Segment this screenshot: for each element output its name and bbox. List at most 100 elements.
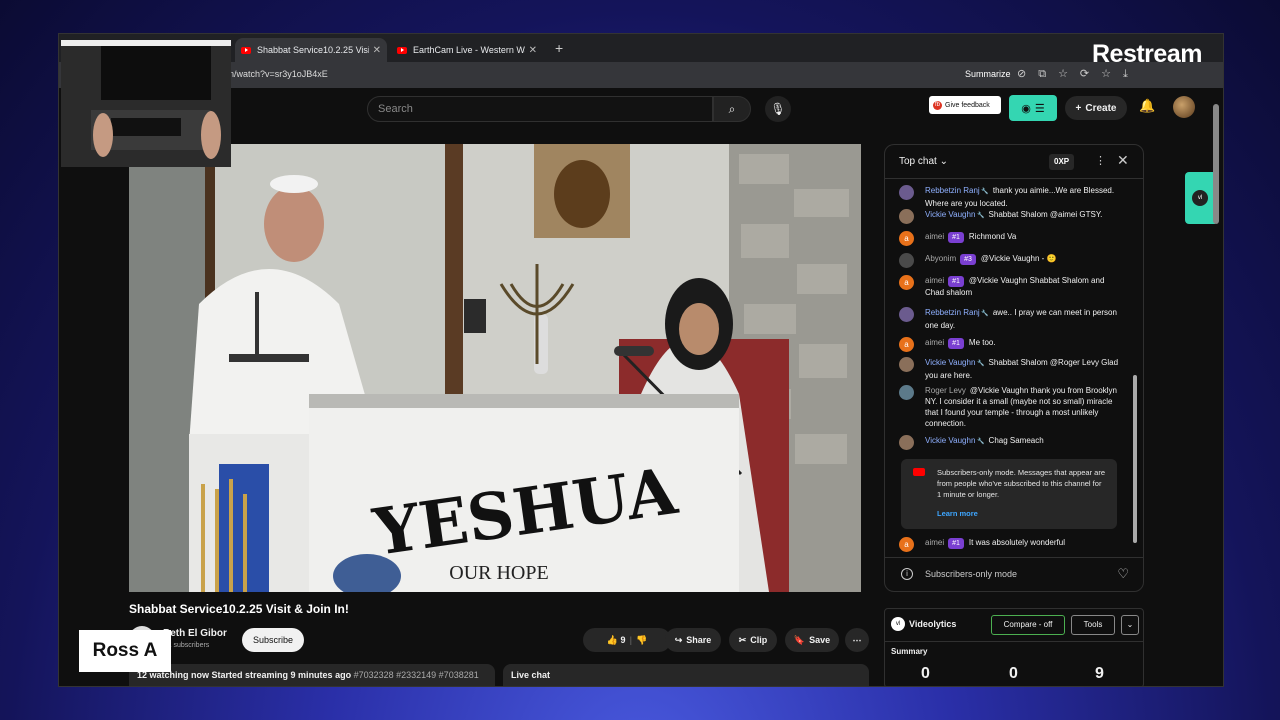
banner-subtext: OUR HOPE (449, 562, 548, 584)
create-button[interactable]: + Create (1065, 96, 1127, 120)
hashtags[interactable]: #7032328 #2332149 #7038281 (354, 670, 479, 680)
chat-message-body: aimei #1 Me too. (925, 337, 1119, 349)
clip-button[interactable]: ✂ Clip (729, 628, 777, 652)
share-icon: ↪ (674, 634, 683, 645)
account-avatar[interactable] (1173, 96, 1195, 118)
youtube-icon (397, 46, 407, 54)
videolytics-side-tab[interactable]: vl (1185, 172, 1215, 224)
live-chat-panel: Top chat ⌄ 0XP ⋮ ✕ Rebbetzin Ranjthank y… (884, 144, 1144, 592)
chat-scrollbar[interactable] (1133, 185, 1137, 545)
video-player[interactable]: YESHUA OUR HOPE (129, 144, 861, 592)
chat-message-body: Abyonim #3 @Vickie Vaughn - 🙂 (925, 253, 1119, 265)
chat-message[interactable]: a aimei #1 It was absolutely wonderful (899, 537, 1119, 552)
chat-message[interactable]: Rebbetzin Ranjawe.. I pray we can meet i… (899, 307, 1119, 331)
page-scrollbar[interactable] (1213, 94, 1219, 684)
heart-icon[interactable]: ♡ (1117, 566, 1129, 582)
chat-avatar[interactable] (899, 357, 914, 372)
chat-header: Top chat ⌄ 0XP ⋮ ✕ (885, 145, 1143, 179)
chat-avatar[interactable] (899, 209, 914, 224)
chat-avatar[interactable] (899, 185, 914, 200)
chat-text: @Vickie Vaughn - 🙂 (980, 254, 1057, 263)
chat-author[interactable]: aimei (925, 276, 944, 285)
toolbar-icons[interactable]: ⊘⧉☆⟳☆⤓ (1017, 67, 1140, 81)
tools-dropdown[interactable]: Tools (1071, 615, 1115, 635)
summarize-button[interactable]: Summarize (965, 69, 1011, 79)
subscribe-button[interactable]: Subscribe (242, 628, 304, 652)
chat-author[interactable]: aimei (925, 538, 944, 547)
chat-message-body: aimei #1 @Vickie Vaughn Shabbat Shalom and… (925, 275, 1119, 298)
chat-author[interactable]: aimei (925, 232, 944, 241)
chat-message[interactable]: a aimei #1 Richmond Va (899, 231, 1119, 246)
description-box[interactable]: 12 watching now Started streaming 9 minu… (129, 664, 495, 686)
chat-message[interactable]: Rebbetzin Ranjthank you aimie...We are B… (899, 185, 1119, 209)
microphone-icon[interactable]: 🎙 (765, 96, 791, 122)
chat-message[interactable]: Vickie VaughnShabbat Shalom @aimei GTSY. (899, 209, 1119, 224)
chat-message[interactable]: a aimei #1 Me too. (899, 337, 1119, 352)
chat-message[interactable]: a aimei #1 @Vickie Vaughn Shabbat Shalom an… (899, 275, 1119, 298)
compare-button[interactable]: Compare - off (991, 615, 1065, 635)
save-button[interactable]: 🔖 Save (785, 628, 839, 652)
chat-author[interactable]: Vickie Vaughn (925, 210, 985, 219)
learn-more-link[interactable]: Learn more (937, 508, 1107, 519)
chat-message[interactable]: Abyonim #3 @Vickie Vaughn - 🙂 (899, 253, 1119, 268)
like-button[interactable]: 👍 9 (607, 635, 626, 646)
chat-message-body: Rebbetzin Ranjthank you aimie...We are B… (925, 185, 1119, 209)
chat-text: It was absolutely wonderful (968, 538, 1065, 547)
chat-message[interactable]: Vickie VaughnShabbat Shalom @Roger Levy … (899, 357, 1119, 381)
like-count: 9 (620, 634, 626, 645)
like-dislike-group: 👍 9 | 👎 (583, 628, 671, 652)
chat-avatar[interactable] (899, 435, 914, 450)
chat-avatar[interactable] (899, 385, 914, 400)
chat-author[interactable]: Vickie Vaughn (925, 358, 985, 367)
scroll-thumb[interactable] (1213, 104, 1219, 224)
chat-message[interactable]: Roger Levy @Vickie Vaughn thank you from … (899, 385, 1119, 429)
notifications-bell-icon[interactable]: 🔔 (1139, 98, 1155, 114)
xp-badge[interactable]: 0XP (1049, 154, 1075, 170)
summary-label: Summary (885, 641, 1143, 661)
top-chat-dropdown[interactable]: Top chat ⌄ (899, 156, 948, 167)
chat-avatar[interactable]: a (899, 337, 914, 352)
divider: | (629, 635, 633, 645)
member-badge: #1 (948, 276, 964, 287)
chat-avatar[interactable]: a (899, 231, 914, 246)
chat-avatar[interactable]: a (899, 275, 914, 290)
videolytics-menu-button[interactable]: ◉ ☰ (1009, 95, 1057, 121)
close-icon[interactable]: ✕ (529, 45, 537, 56)
tab-earthcam[interactable]: EarthCam Live - Western Wall (Je ✕ (391, 38, 543, 62)
chat-author[interactable]: Vickie Vaughn (925, 436, 985, 445)
chat-avatar[interactable] (899, 307, 914, 322)
chat-author[interactable]: Rebbetzin Ranj (925, 186, 989, 195)
give-feedback-button[interactable]: fb Give feedback (929, 96, 1001, 114)
chevron-down-icon[interactable]: ⌄ (1121, 615, 1139, 635)
channel-name[interactable]: Beth El Gibor (163, 628, 227, 639)
share-button[interactable]: ↪ Share (665, 628, 721, 652)
member-badge: #1 (948, 232, 964, 243)
more-vert-icon[interactable]: ⋮ (1095, 154, 1106, 167)
chat-message[interactable]: Vickie VaughnChag Sameach (899, 435, 1119, 450)
chat-message-body: aimei #1 It was absolutely wonderful (925, 537, 1119, 549)
chat-avatar[interactable]: a (899, 537, 914, 552)
summary-stat: 0 (1009, 665, 1018, 682)
youtube-icon (241, 46, 251, 54)
close-icon[interactable]: ✕ (373, 45, 381, 56)
address-bar[interactable]: n/watch?v=sr3y1oJB4xE Summarize ⊘⧉☆⟳☆⤓ (59, 62, 1223, 88)
more-actions-button[interactable]: ⋯ (845, 628, 869, 652)
chat-author[interactable]: Roger Levy (925, 386, 966, 395)
scroll-thumb[interactable] (1133, 375, 1137, 543)
live-chat-bar[interactable]: Live chat (503, 664, 869, 686)
chat-author[interactable]: Abyonim (925, 254, 956, 263)
info-icon[interactable]: i (901, 568, 913, 580)
video-frame: YESHUA OUR HOPE (129, 144, 861, 592)
feedback-logo-icon: fb (933, 100, 942, 110)
new-tab-button[interactable]: + (555, 40, 563, 56)
chat-author[interactable]: aimei (925, 338, 944, 347)
search-icon[interactable]: ⌕ (713, 96, 751, 122)
close-icon[interactable]: ✕ (1117, 152, 1129, 169)
search-input[interactable]: Search (367, 96, 713, 122)
tab-shabbat-service[interactable]: Shabbat Service10.2.25 Visit & Jo ✕ (235, 38, 387, 62)
more-icon: ⋯ (852, 634, 862, 645)
chat-author[interactable]: Rebbetzin Ranj (925, 308, 989, 317)
dislike-icon[interactable]: 👎 (636, 635, 647, 646)
url-text[interactable]: n/watch?v=sr3y1oJB4xE (229, 69, 328, 79)
chat-avatar[interactable] (899, 253, 914, 268)
